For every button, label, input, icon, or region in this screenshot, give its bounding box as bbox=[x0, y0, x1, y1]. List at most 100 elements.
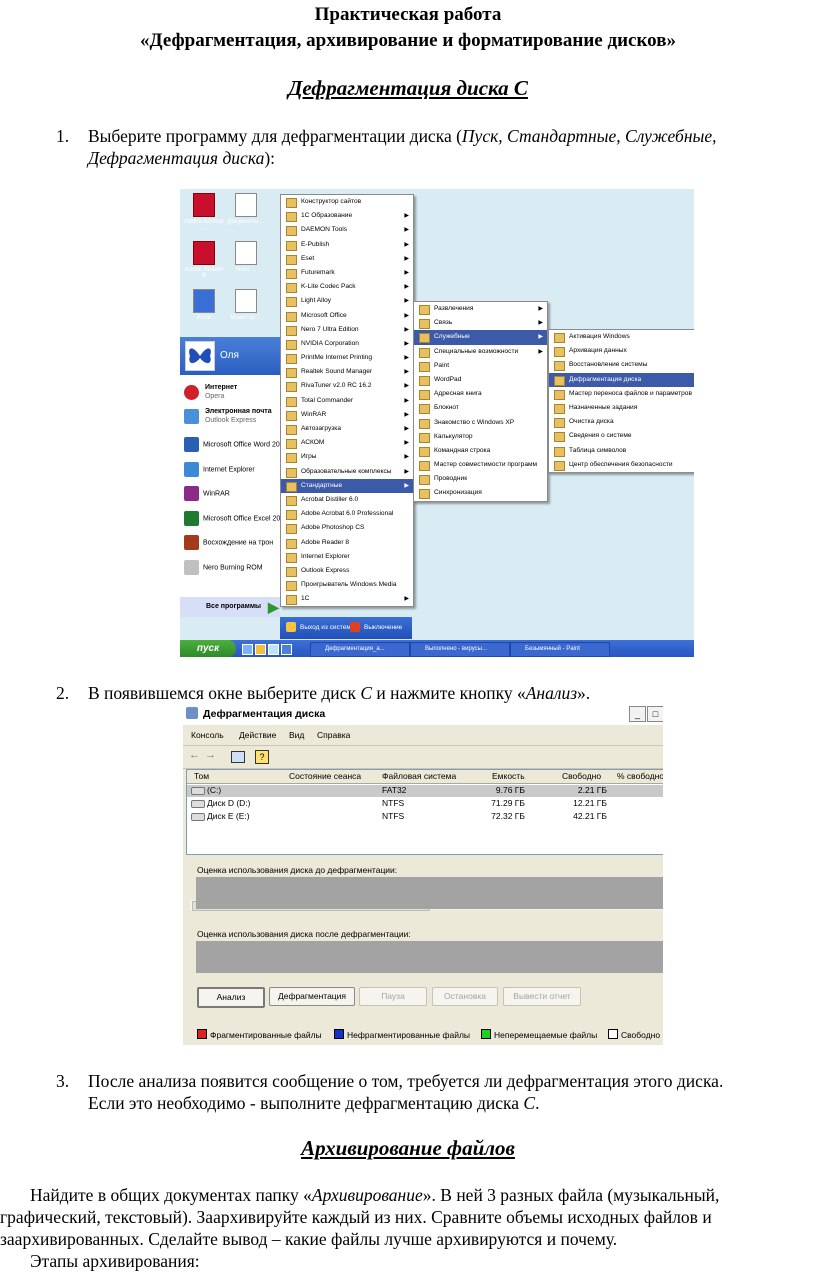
maximize-button[interactable]: □ bbox=[647, 706, 663, 722]
menu-item[interactable]: Адресная книга bbox=[414, 387, 547, 401]
menu-item[interactable]: Связь ▶ bbox=[414, 316, 547, 330]
stop-button[interactable]: Остановка bbox=[432, 987, 498, 1006]
task-button-defrag[interactable]: Дефрагментация_а... bbox=[310, 642, 410, 657]
all-programs-button[interactable]: Все программы ▶ bbox=[180, 597, 280, 617]
menu-item[interactable]: Синхронизация bbox=[414, 486, 547, 500]
quicklaunch-icon[interactable] bbox=[242, 644, 253, 655]
menu-item[interactable]: 1С ▶ bbox=[281, 592, 413, 606]
quicklaunch-icon[interactable] bbox=[255, 644, 266, 655]
col-filesystem[interactable]: Файловая система bbox=[382, 771, 456, 781]
recent-program[interactable]: WinRAR bbox=[184, 486, 230, 502]
table-row[interactable]: (C:) FAT32 9.76 ГБ 2.21 ГБ bbox=[187, 785, 663, 797]
menu-item[interactable]: E-Publish ▶ bbox=[281, 238, 413, 252]
menu-item[interactable]: Развлечения ▶ bbox=[414, 302, 547, 316]
menu-item[interactable]: Eset ▶ bbox=[281, 252, 413, 266]
menu-item[interactable]: Microsoft Office ▶ bbox=[281, 309, 413, 323]
col-session-state[interactable]: Состояние сеанса bbox=[289, 771, 361, 781]
quicklaunch-icon[interactable] bbox=[268, 644, 279, 655]
menu-item[interactable]: Acrobat Distiller 6.0 bbox=[281, 493, 413, 507]
menu-item[interactable]: Мастер совместимости программ bbox=[414, 458, 547, 472]
menu-item[interactable]: WordPad bbox=[414, 373, 547, 387]
desktop-icon[interactable]: Adobe Reader 8 bbox=[184, 241, 224, 279]
menu-item[interactable]: Архивация данных bbox=[549, 344, 694, 358]
menu-item[interactable]: Nero 7 Ultra Edition ▶ bbox=[281, 323, 413, 337]
menu-item[interactable]: Adobe Reader 8 bbox=[281, 536, 413, 550]
menu-item[interactable]: Конструктор сайтов bbox=[281, 195, 413, 209]
menu-item[interactable]: Total Commander ▶ bbox=[281, 394, 413, 408]
col-capacity[interactable]: Емкость bbox=[492, 771, 525, 781]
menu-item[interactable]: Futuremark ▶ bbox=[281, 266, 413, 280]
menu-item[interactable]: Восстановление системы bbox=[549, 358, 694, 372]
pinned-email[interactable]: Электронная почта Outlook Express bbox=[184, 407, 272, 425]
menu-item[interactable]: Игры ▶ bbox=[281, 450, 413, 464]
minimize-button[interactable]: _ bbox=[629, 706, 646, 722]
menu-view[interactable]: Вид bbox=[289, 730, 304, 740]
table-row[interactable]: Диск E (E:) NTFS 72.32 ГБ 42.21 ГБ bbox=[187, 811, 663, 823]
recent-program[interactable]: Microsoft Office Excel 20 bbox=[184, 510, 280, 526]
menu-console[interactable]: Консоль bbox=[191, 730, 224, 740]
menu-item[interactable]: Служебные ▶ bbox=[414, 330, 547, 345]
menu-help[interactable]: Справка bbox=[317, 730, 350, 740]
menu-item[interactable]: WinRAR ▶ bbox=[281, 408, 413, 422]
menu-item[interactable]: Стандартные ▶ bbox=[281, 478, 413, 493]
menu-item[interactable]: Назначенные задания bbox=[549, 401, 694, 415]
menu-item[interactable]: Таблица символов bbox=[549, 444, 694, 458]
menu-item[interactable]: Adobe Acrobat 6.0 Professional bbox=[281, 507, 413, 521]
menu-item[interactable]: Специальные возможности ▶ bbox=[414, 345, 547, 359]
menu-item[interactable]: Сведения о системе bbox=[549, 429, 694, 443]
menu-item[interactable]: Paint bbox=[414, 359, 547, 373]
pinned-internet[interactable]: Интернет Opera bbox=[184, 383, 237, 401]
menu-item[interactable]: Очистка диска bbox=[549, 415, 694, 429]
menu-item[interactable]: Центр обеспечения безопасности bbox=[549, 458, 694, 472]
menu-item[interactable]: Дефрагментация диска bbox=[549, 372, 694, 387]
defragment-button[interactable]: Дефрагментация bbox=[269, 987, 355, 1006]
menu-item[interactable]: RivaTuner v2.0 RC 16.2 ▶ bbox=[281, 379, 413, 393]
menu-item[interactable]: Командная строка bbox=[414, 444, 547, 458]
task-button-antivirus[interactable]: Выполнено - вирусы... bbox=[410, 642, 510, 657]
recent-program[interactable]: Microsoft Office Word 20 bbox=[184, 437, 280, 452]
recent-program[interactable]: Internet Explorer bbox=[184, 461, 255, 477]
menu-item[interactable]: Блокнот bbox=[414, 401, 547, 415]
forward-arrow-icon[interactable]: → bbox=[205, 749, 216, 761]
menu-item[interactable]: Adobe Photoshop CS bbox=[281, 521, 413, 535]
task-button-paint[interactable]: Безымянный - Paint bbox=[510, 642, 610, 657]
desktop-icon[interactable]: Nero ... bbox=[226, 241, 266, 273]
menu-item[interactable]: Мастер переноса файлов и параметров bbox=[549, 387, 694, 401]
col-free[interactable]: Свободно bbox=[562, 771, 601, 781]
desktop-icon[interactable]: Adobe Acrobat ... bbox=[184, 193, 224, 231]
recent-program[interactable]: Nero Burning ROM bbox=[184, 560, 263, 575]
menu-item[interactable]: Outlook Express bbox=[281, 564, 413, 578]
back-arrow-icon[interactable]: ← bbox=[189, 749, 200, 761]
menu-item[interactable]: NVIDIA Corporation ▶ bbox=[281, 337, 413, 351]
menu-item[interactable]: Знакомство с Windows XP bbox=[414, 416, 547, 430]
menu-item[interactable]: PrintMe Internet Printing ▶ bbox=[281, 351, 413, 365]
menu-item[interactable]: Realtek Sound Manager ▶ bbox=[281, 365, 413, 379]
help-icon[interactable]: ? bbox=[255, 750, 269, 764]
view-report-button[interactable]: Вывести отчет bbox=[503, 987, 581, 1006]
start-button[interactable]: пуск bbox=[180, 640, 236, 657]
pause-button[interactable]: Пауза bbox=[359, 987, 427, 1006]
col-percent-free[interactable]: % свободно bbox=[617, 771, 663, 781]
menu-item[interactable]: Автозагрузка ▶ bbox=[281, 422, 413, 436]
menu-item[interactable]: DAEMON Tools ▶ bbox=[281, 223, 413, 237]
desktop-icon[interactable]: Документы ... bbox=[226, 193, 266, 225]
col-volume[interactable]: Том bbox=[194, 771, 209, 781]
shutdown-button[interactable]: Выключение bbox=[364, 624, 402, 631]
desktop-icon[interactable]: AnVir bbox=[184, 289, 224, 321]
properties-icon[interactable] bbox=[231, 751, 245, 763]
menu-item[interactable]: Проводник bbox=[414, 472, 547, 486]
menu-item[interactable]: K-Lite Codec Pack ▶ bbox=[281, 280, 413, 294]
menu-item[interactable]: Light Alloy ▶ bbox=[281, 294, 413, 308]
desktop-icon[interactable]: Монитор ... bbox=[226, 289, 266, 321]
logoff-button[interactable]: Выход из системы bbox=[300, 624, 355, 631]
menu-item[interactable]: Проигрыватель Windows Media bbox=[281, 578, 413, 592]
menu-item[interactable]: АСКОМ ▶ bbox=[281, 436, 413, 450]
menu-action[interactable]: Действие bbox=[239, 730, 276, 740]
quicklaunch-icon[interactable] bbox=[281, 644, 292, 655]
menu-item[interactable]: Образовательные комплексы ▶ bbox=[281, 465, 413, 479]
table-row[interactable]: Диск D (D:) NTFS 71.29 ГБ 12.21 ГБ bbox=[187, 798, 663, 810]
analyze-button[interactable]: Анализ bbox=[197, 987, 265, 1008]
menu-item[interactable]: Калькулятор bbox=[414, 430, 547, 444]
menu-item[interactable]: 1С Образование ▶ bbox=[281, 209, 413, 223]
recent-program[interactable]: Восхождение на трон bbox=[184, 535, 273, 551]
